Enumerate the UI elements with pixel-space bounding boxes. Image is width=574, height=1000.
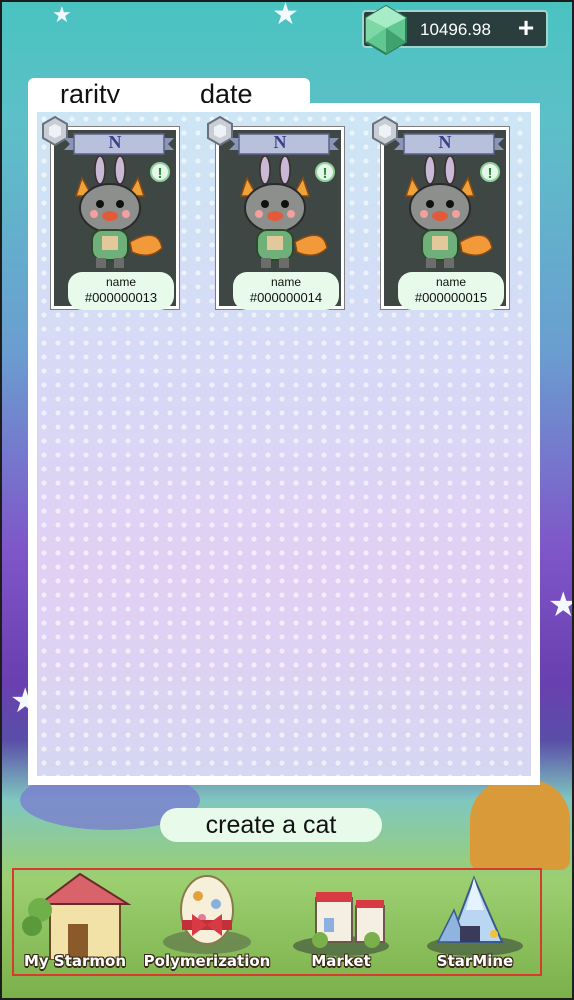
rarity-label: N [108, 132, 122, 152]
nav-label: My Starmon [23, 952, 127, 970]
cat-name: name [270, 275, 302, 289]
star-decoration-icon: ★ [52, 2, 72, 27]
collection-panel: N ! name #000000013 N ! name #000000014 … [28, 103, 540, 785]
cat-avatar [74, 156, 163, 268]
cat-name-pill: name #000000015 [398, 272, 504, 310]
rarity-label: N [273, 132, 287, 152]
nav-item-my-starmon[interactable]: My Starmon [10, 870, 140, 976]
market-stall-icon [293, 892, 389, 956]
cat-avatar [239, 156, 328, 268]
create-cat-button[interactable]: create a cat [160, 808, 382, 842]
house-icon [22, 872, 132, 960]
cat-id: #000000013 [84, 290, 158, 305]
cat-name-pill: name #000000014 [233, 272, 339, 310]
plus-icon: + [517, 12, 535, 43]
cat-id: #000000015 [414, 290, 488, 305]
currency-amount: 10496.98 [420, 20, 491, 39]
currency-display: 10496.98 + [362, 4, 548, 56]
app-screen: ★ ★ ★ ★ 10496.98 + rarity date N ! name … [0, 0, 574, 1000]
egg-icon [163, 875, 251, 954]
cat-name: name [435, 275, 467, 289]
cat-id: #000000014 [249, 290, 323, 305]
cat-card[interactable]: N ! [42, 116, 180, 310]
cat-card[interactable]: N ! [207, 116, 345, 310]
nav-label: Polymerization [143, 952, 271, 970]
nav-label: Market [311, 952, 371, 970]
rocket-decoration [470, 780, 570, 870]
bottom-nav: My Starmon Polymerization Market StarMin… [12, 868, 542, 976]
cat-name-pill: name #000000013 [68, 272, 174, 310]
nav-item-starmine[interactable]: StarMine [410, 870, 540, 976]
star-decoration-icon: ★ [272, 0, 299, 31]
collection-grid[interactable]: N ! name #000000013 N ! name #000000014 … [37, 112, 531, 776]
crystal-mine-icon [427, 875, 523, 956]
star-decoration-icon: ★ [548, 586, 574, 624]
nav-label: StarMine [436, 952, 514, 970]
rarity-label: N [438, 132, 452, 152]
cat-name: name [105, 275, 137, 289]
cat-card[interactable]: N ! [372, 116, 510, 310]
green-gem-icon [362, 4, 410, 56]
nav-item-market[interactable]: Market [276, 870, 406, 976]
nav-item-polymerization[interactable]: Polymerization [142, 870, 272, 976]
add-currency-button[interactable]: + [512, 12, 540, 43]
cat-avatar [404, 156, 493, 268]
